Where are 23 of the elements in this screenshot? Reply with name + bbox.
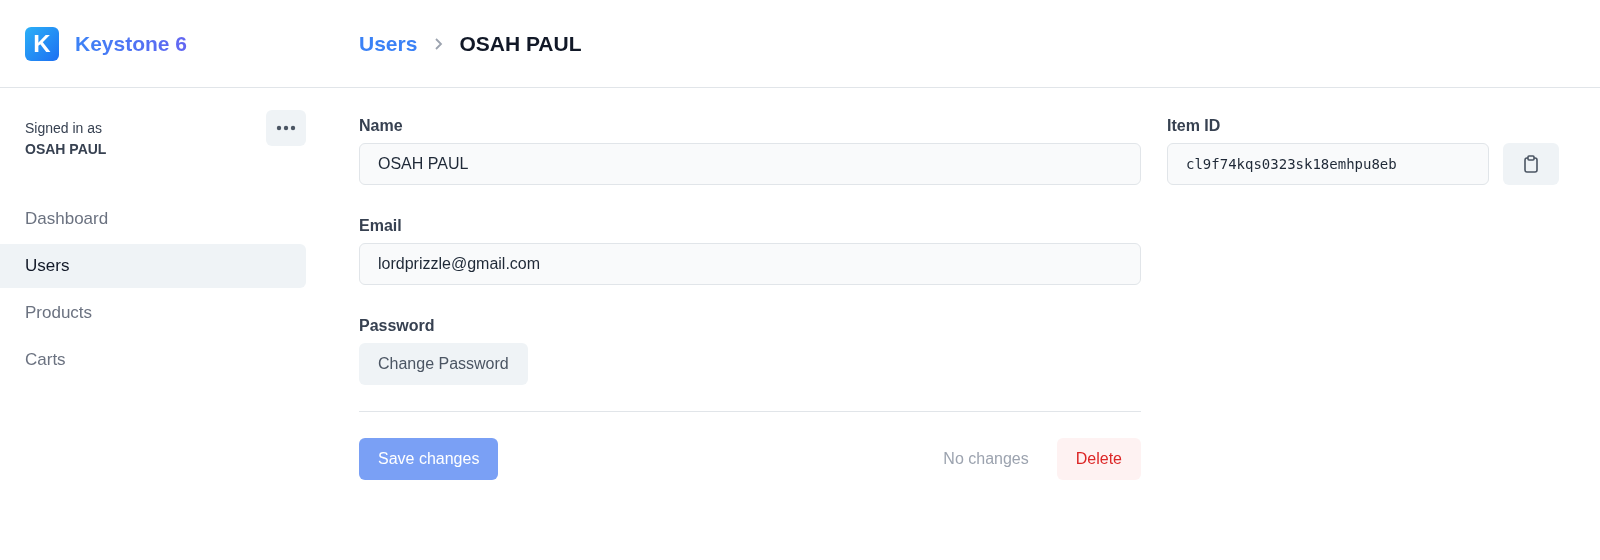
status-text: No changes — [943, 450, 1029, 468]
nav-item[interactable]: Carts — [0, 338, 306, 382]
page-title: OSAH PAUL — [459, 31, 582, 56]
input-field[interactable]: lordprizzle@gmail.com — [359, 243, 1141, 285]
signed-in-label: Signed in as — [25, 119, 104, 138]
change-password-button[interactable]: Change Password — [359, 343, 528, 385]
clipboard-icon — [1523, 155, 1539, 173]
logo-icon: K — [25, 26, 59, 61]
delete-button[interactable]: Delete — [1056, 438, 1141, 480]
input-field[interactable]: OSAH PAUL — [359, 143, 1141, 185]
nav-item[interactable]: Dashboard — [0, 197, 306, 241]
user-name: OSAH PAUL — [25, 140, 107, 159]
field-label: Item ID — [1167, 117, 1222, 135]
nav-item[interactable]: Users — [0, 244, 306, 288]
copy-button[interactable] — [1503, 143, 1559, 185]
more-icon — [276, 125, 296, 131]
more-button[interactable] — [266, 110, 306, 146]
nav-item[interactable]: Products — [0, 291, 306, 335]
breadcrumb-link[interactable]: Users — [359, 31, 418, 56]
field-label: Name — [359, 117, 404, 135]
field-label: Password — [359, 317, 436, 335]
field-label: Email — [359, 217, 403, 235]
item-id-field[interactable]: cl9f74kqs0323sk18emhpu8eb — [1167, 143, 1489, 185]
